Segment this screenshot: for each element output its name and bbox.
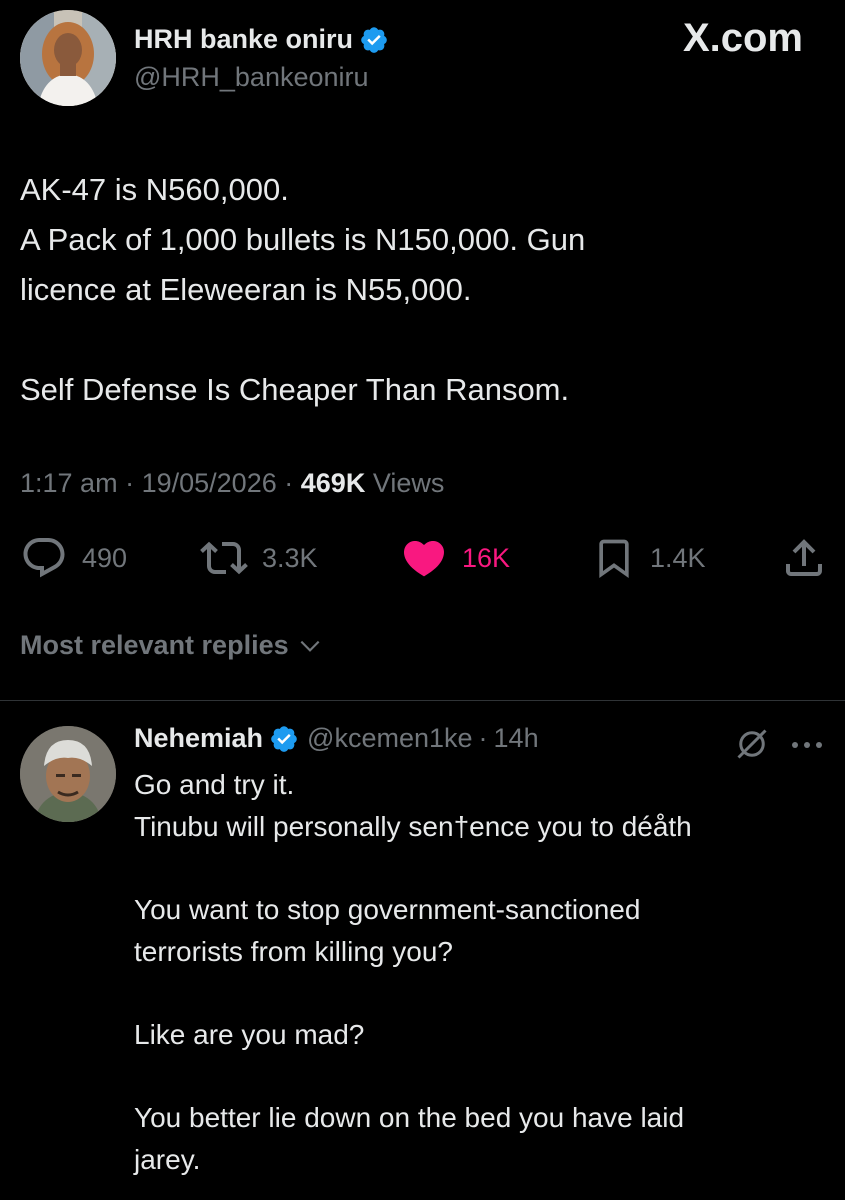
reply-time[interactable]: 14h: [494, 723, 539, 754]
meta-separator: ·: [284, 468, 294, 498]
replies-sort-label: Most relevant replies: [20, 630, 289, 660]
author-handle[interactable]: @HRH_bankeoniru: [134, 62, 369, 93]
author-name[interactable]: HRH banke oniru: [134, 24, 353, 55]
reply-line: jarey.: [134, 1144, 201, 1175]
reply-line: Like are you mad?: [134, 1019, 365, 1050]
heart-icon: [403, 541, 445, 577]
reply-count: 490: [82, 542, 128, 573]
like-button[interactable]: 16K: [400, 533, 510, 583]
replies-sort-toggle[interactable]: Most relevant replies: [20, 630, 323, 661]
divider: [0, 700, 845, 701]
share-button[interactable]: [780, 533, 828, 583]
reply-avatar[interactable]: [20, 726, 116, 822]
reply-text: Go and try it. Tinubu will personally se…: [134, 764, 824, 1181]
repost-button[interactable]: 3.3K: [200, 533, 318, 583]
tweet-line: licence at Eleweeran is N55,000.: [20, 272, 472, 307]
bookmark-count: 1.4K: [650, 542, 706, 573]
share-icon: [786, 539, 822, 576]
verified-badge-icon: [361, 26, 387, 53]
bookmark-button[interactable]: 1.4K: [592, 533, 706, 583]
bookmark-icon: [599, 539, 629, 579]
reply-header: Nehemiah @kcemen1ke · 14h: [134, 723, 539, 754]
author-name-row: HRH banke oniru: [134, 24, 389, 55]
reply-line: You want to stop government-sanctioned: [134, 894, 641, 925]
like-count: 16K: [462, 542, 511, 573]
reply-line: You better lie down on the bed you have …: [134, 1102, 685, 1133]
tweet-line: A Pack of 1,000 bullets is N150,000. Gun: [20, 222, 586, 257]
meta-separator: ·: [125, 468, 135, 498]
action-bar: 490 3.3K 16K 1.4K: [0, 533, 845, 583]
more-icon[interactable]: [790, 740, 824, 750]
reply-line: Go and try it.: [134, 769, 295, 800]
reply-line: terrorists from killing you?: [134, 936, 453, 967]
tweet-meta: 1:17 am · 19/05/2026 · 469K Views: [20, 468, 444, 499]
views-label: Views: [372, 468, 445, 498]
repost-icon: [200, 541, 248, 575]
reply-line: Tinubu will personally sen†ence you to d…: [134, 811, 692, 842]
verified-badge-icon: [271, 725, 297, 752]
repost-count: 3.3K: [262, 542, 318, 573]
grok-icon[interactable]: [734, 726, 770, 762]
tweet-line: Self Defense Is Cheaper Than Ransom.: [20, 372, 570, 407]
reply-separator: ·: [478, 723, 488, 753]
tweet-line: AK-47 is N560,000.: [20, 172, 289, 207]
brand-label: X.com: [682, 16, 803, 60]
author-avatar[interactable]: [20, 10, 116, 106]
tweet-time[interactable]: 1:17 am: [20, 468, 118, 498]
chevron-down-icon: [300, 640, 320, 652]
views-count[interactable]: 469K: [301, 468, 366, 498]
reply-handle[interactable]: @kcemen1ke: [307, 723, 472, 754]
reply-button[interactable]: 490: [20, 533, 127, 583]
reply-author-name[interactable]: Nehemiah: [134, 723, 263, 754]
reply-icon: [23, 538, 65, 578]
tweet-date[interactable]: 19/05/2026: [142, 468, 277, 498]
tweet-text: AK-47 is N560,000. A Pack of 1,000 bulle…: [20, 165, 820, 415]
